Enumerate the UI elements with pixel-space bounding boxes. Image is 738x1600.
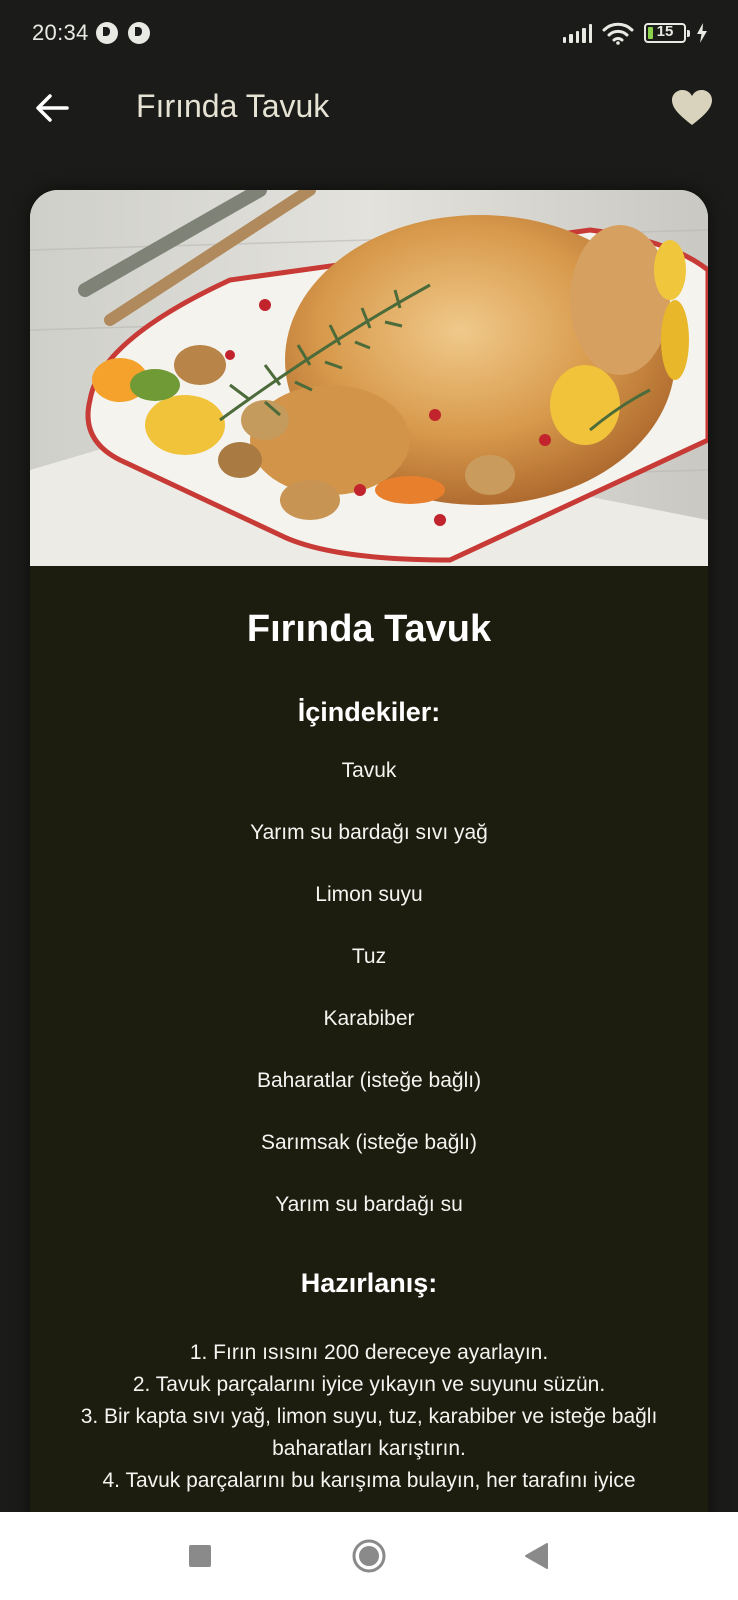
system-navigation-bar [0,1512,738,1600]
ingredients-list: Tavuk Yarım su bardağı sıvı yağ Limon su… [30,758,708,1254]
preparation-step: 3. Bir kapta sıvı yağ, limon suyu, tuz, … [80,1405,658,1460]
preparation-step: 4. Tavuk parçalarını bu karışıma bulayın… [102,1469,636,1492]
ingredient-item: Baharatlar (isteğe bağlı) [256,1069,482,1092]
preparation-step: 1. Fırın ısısını 200 dereceye ayarlayın. [189,1341,549,1364]
system-back-button[interactable] [512,1532,560,1580]
app-bar-title: Fırında Tavuk [136,88,330,124]
battery-level: 15 [656,23,674,40]
signal-icon [562,23,592,43]
ingredient-item: Tuz [351,945,387,968]
ingredient-item: Karabiber [323,1007,415,1030]
recipe-card: Fırında Tavuk İçindekiler: Tavuk Yarım s… [30,190,708,1600]
preparation-heading: Hazırlanış: [300,1268,438,1298]
recipe-details: Fırında Tavuk İçindekiler: Tavuk Yarım s… [30,566,708,1497]
ingredients-heading: İçindekiler: [297,697,441,727]
ingredient-item: Limon suyu [315,883,423,906]
wifi-icon [602,22,634,45]
preparation-step: 2. Tavuk parçalarını iyice yıkayın ve su… [132,1373,606,1396]
recipe-title: Fırında Tavuk [246,608,492,650]
circle-home-icon [352,1539,386,1573]
ingredient-item: Tavuk [341,759,397,782]
ingredient-item: Sarımsak (isteğe bağlı) [261,1131,477,1154]
arrow-left-icon [36,94,69,122]
triangle-back-icon [525,1543,548,1569]
status-bar: 20:34 15 [0,0,738,68]
ingredient-item: Yarım su bardağı su [275,1193,463,1216]
square-recents-icon [189,1545,211,1567]
preparation-steps: 1. Fırın ısısını 200 dereceye ayarlayın.… [30,1337,708,1497]
recipe-image [30,190,708,566]
charging-icon [697,23,707,43]
app-bar: Fırında Tavuk [0,68,738,148]
screen: 20:34 15 Fırında Tavuk Fırında Tavuk İçi… [0,0,738,1600]
home-button[interactable] [345,1532,393,1580]
recents-button[interactable] [176,1532,224,1580]
app-notification-icon [128,22,150,44]
app-notification-icon [96,22,118,44]
battery-icon: 15 [644,23,690,43]
ingredient-item: Yarım su bardağı sıvı yağ [250,821,488,844]
back-button[interactable] [30,86,74,130]
status-time: 20:34 [32,20,89,45]
heart-icon [672,90,712,125]
favorite-button[interactable] [668,84,716,132]
status-icons: 15 [562,20,709,46]
